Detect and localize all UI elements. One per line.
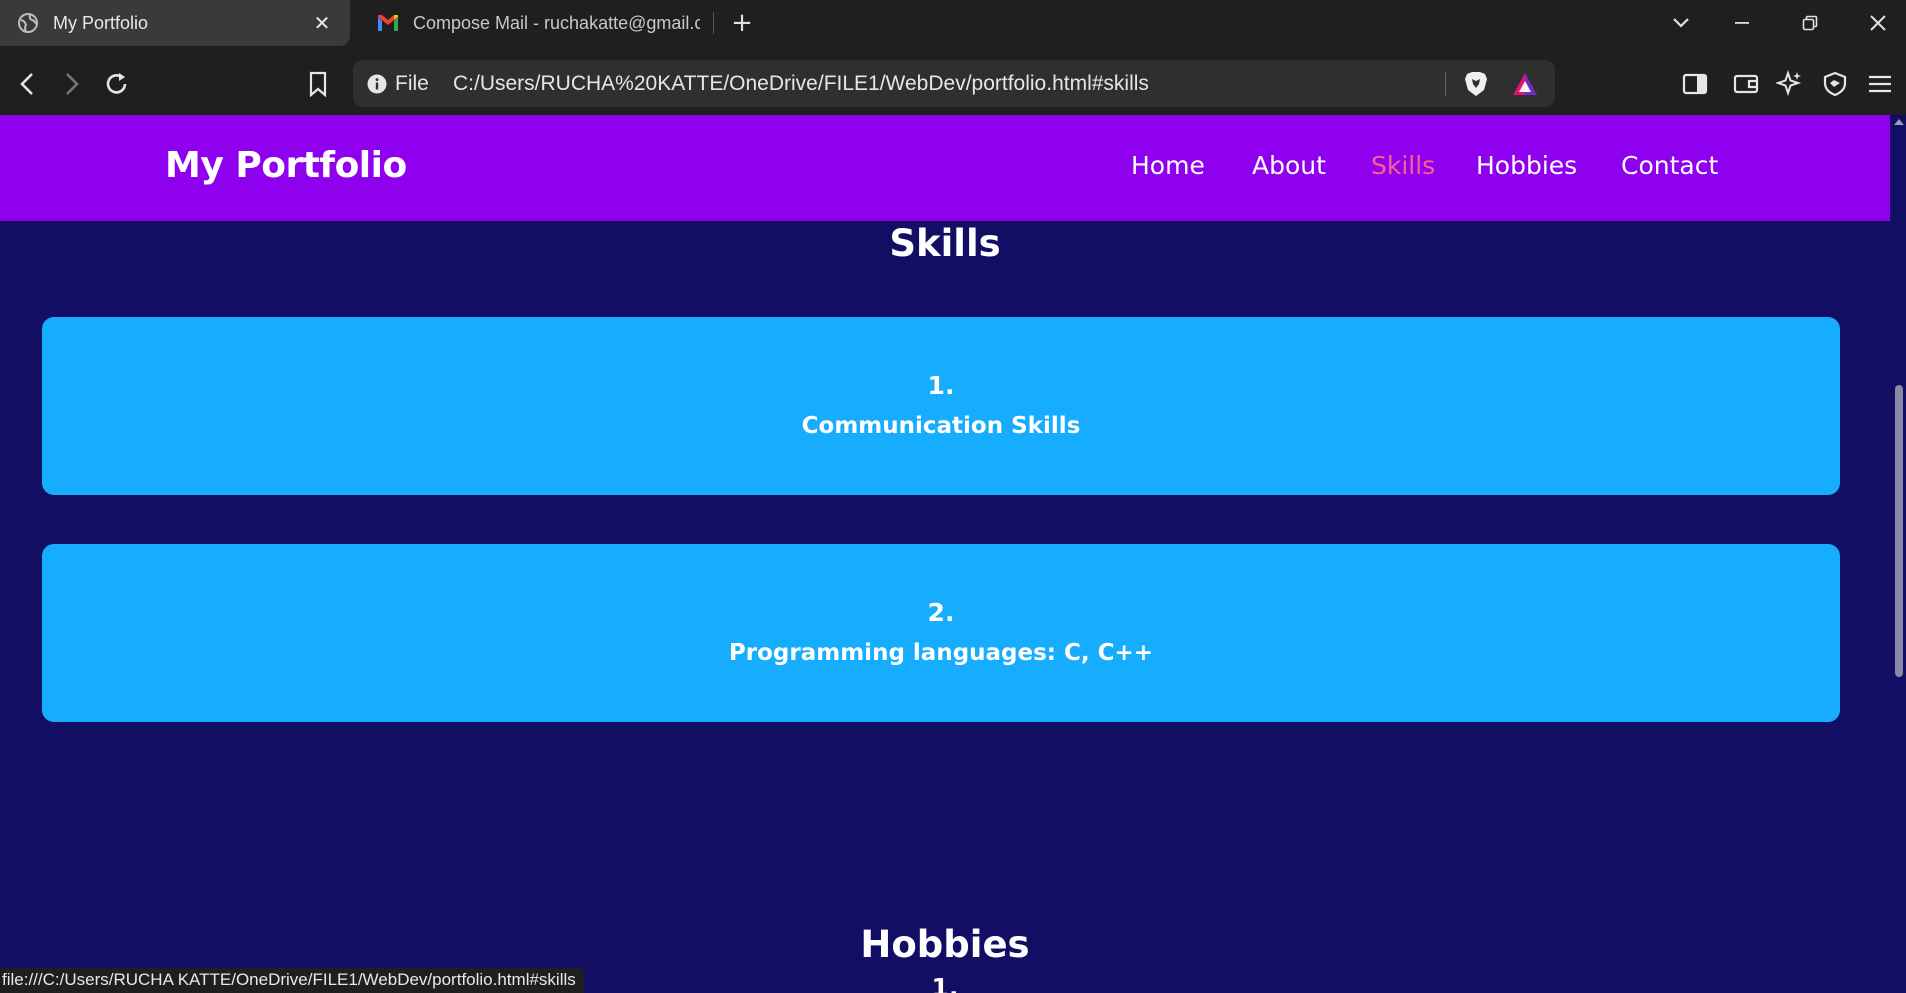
skills-heading: Skills xyxy=(889,222,1001,265)
nav-skills[interactable]: Skills xyxy=(1371,151,1435,180)
skill-text: Programming languages: C, C++ xyxy=(728,640,1154,666)
new-tab-button[interactable]: + xyxy=(728,9,756,37)
address-bar-divider xyxy=(1445,72,1446,96)
page-viewport: Skills 1. Communication Skills 2. Progra… xyxy=(0,115,1890,993)
globe-icon xyxy=(17,12,39,34)
tab-divider xyxy=(713,12,714,34)
skill-card: 1. Communication Skills xyxy=(42,317,1840,495)
tab-title: Compose Mail - ruchakatte@gmail.c xyxy=(413,12,700,33)
url-text[interactable]: C:/Users/RUCHA%20KATTE/OneDrive/FILE1/We… xyxy=(453,72,1149,96)
sidebar-toggle-icon[interactable] xyxy=(1678,67,1712,101)
brave-rewards-icon[interactable] xyxy=(1511,71,1539,97)
link-status-bar: file:///C:/Users/RUCHA KATTE/OneDrive/FI… xyxy=(0,968,584,993)
tab-compose-mail[interactable]: Compose Mail - ruchakatte@gmail.c xyxy=(360,0,700,46)
close-tab-icon[interactable]: ✕ xyxy=(310,11,334,35)
url-scheme-label: File xyxy=(395,72,429,95)
tab-search-chevron-icon[interactable] xyxy=(1661,8,1701,38)
tab-title: My Portfolio xyxy=(53,12,149,33)
nav-home[interactable]: Home xyxy=(1131,151,1205,180)
reload-icon[interactable] xyxy=(100,67,134,101)
skill-text: Communication Skills xyxy=(801,413,1081,439)
minimize-icon[interactable] xyxy=(1722,8,1762,38)
gmail-icon xyxy=(377,12,399,34)
brave-shields-icon[interactable] xyxy=(1463,70,1489,98)
site-brand[interactable]: My Portfolio xyxy=(165,145,407,186)
browser-toolbar: File C:/Users/RUCHA%20KATTE/OneDrive/FIL… xyxy=(0,53,1906,115)
skill-number: 2. xyxy=(927,598,955,627)
back-icon[interactable] xyxy=(10,67,44,101)
vpn-shield-icon[interactable] xyxy=(1818,67,1852,101)
skill-card: 2. Programming languages: C, C++ xyxy=(42,544,1840,722)
forward-icon[interactable] xyxy=(55,67,89,101)
close-window-icon[interactable] xyxy=(1858,8,1898,38)
hobbies-heading: Hobbies xyxy=(860,923,1030,966)
address-bar[interactable]: File C:/Users/RUCHA%20KATTE/OneDrive/FIL… xyxy=(353,60,1555,107)
nav-hobbies[interactable]: Hobbies xyxy=(1476,151,1577,180)
tab-strip: My Portfolio ✕ Compose Mail - ruchakatte… xyxy=(0,0,1906,53)
wallet-icon[interactable] xyxy=(1729,67,1763,101)
nav-contact[interactable]: Contact xyxy=(1621,151,1718,180)
menu-icon[interactable] xyxy=(1863,67,1897,101)
nav-about[interactable]: About xyxy=(1252,151,1326,180)
tab-my-portfolio[interactable]: My Portfolio ✕ xyxy=(0,0,350,46)
restore-icon[interactable] xyxy=(1790,8,1830,38)
page-scrollbar[interactable] xyxy=(1890,115,1906,993)
scroll-thumb[interactable] xyxy=(1895,385,1903,677)
info-icon[interactable] xyxy=(367,74,387,94)
bookmark-icon[interactable] xyxy=(301,67,335,101)
skill-number: 1. xyxy=(927,371,955,400)
site-navbar: My Portfolio Home About Skills Hobbies C… xyxy=(0,115,1890,221)
leo-ai-icon[interactable] xyxy=(1773,67,1807,101)
scroll-up-arrow-icon[interactable] xyxy=(1894,119,1904,125)
